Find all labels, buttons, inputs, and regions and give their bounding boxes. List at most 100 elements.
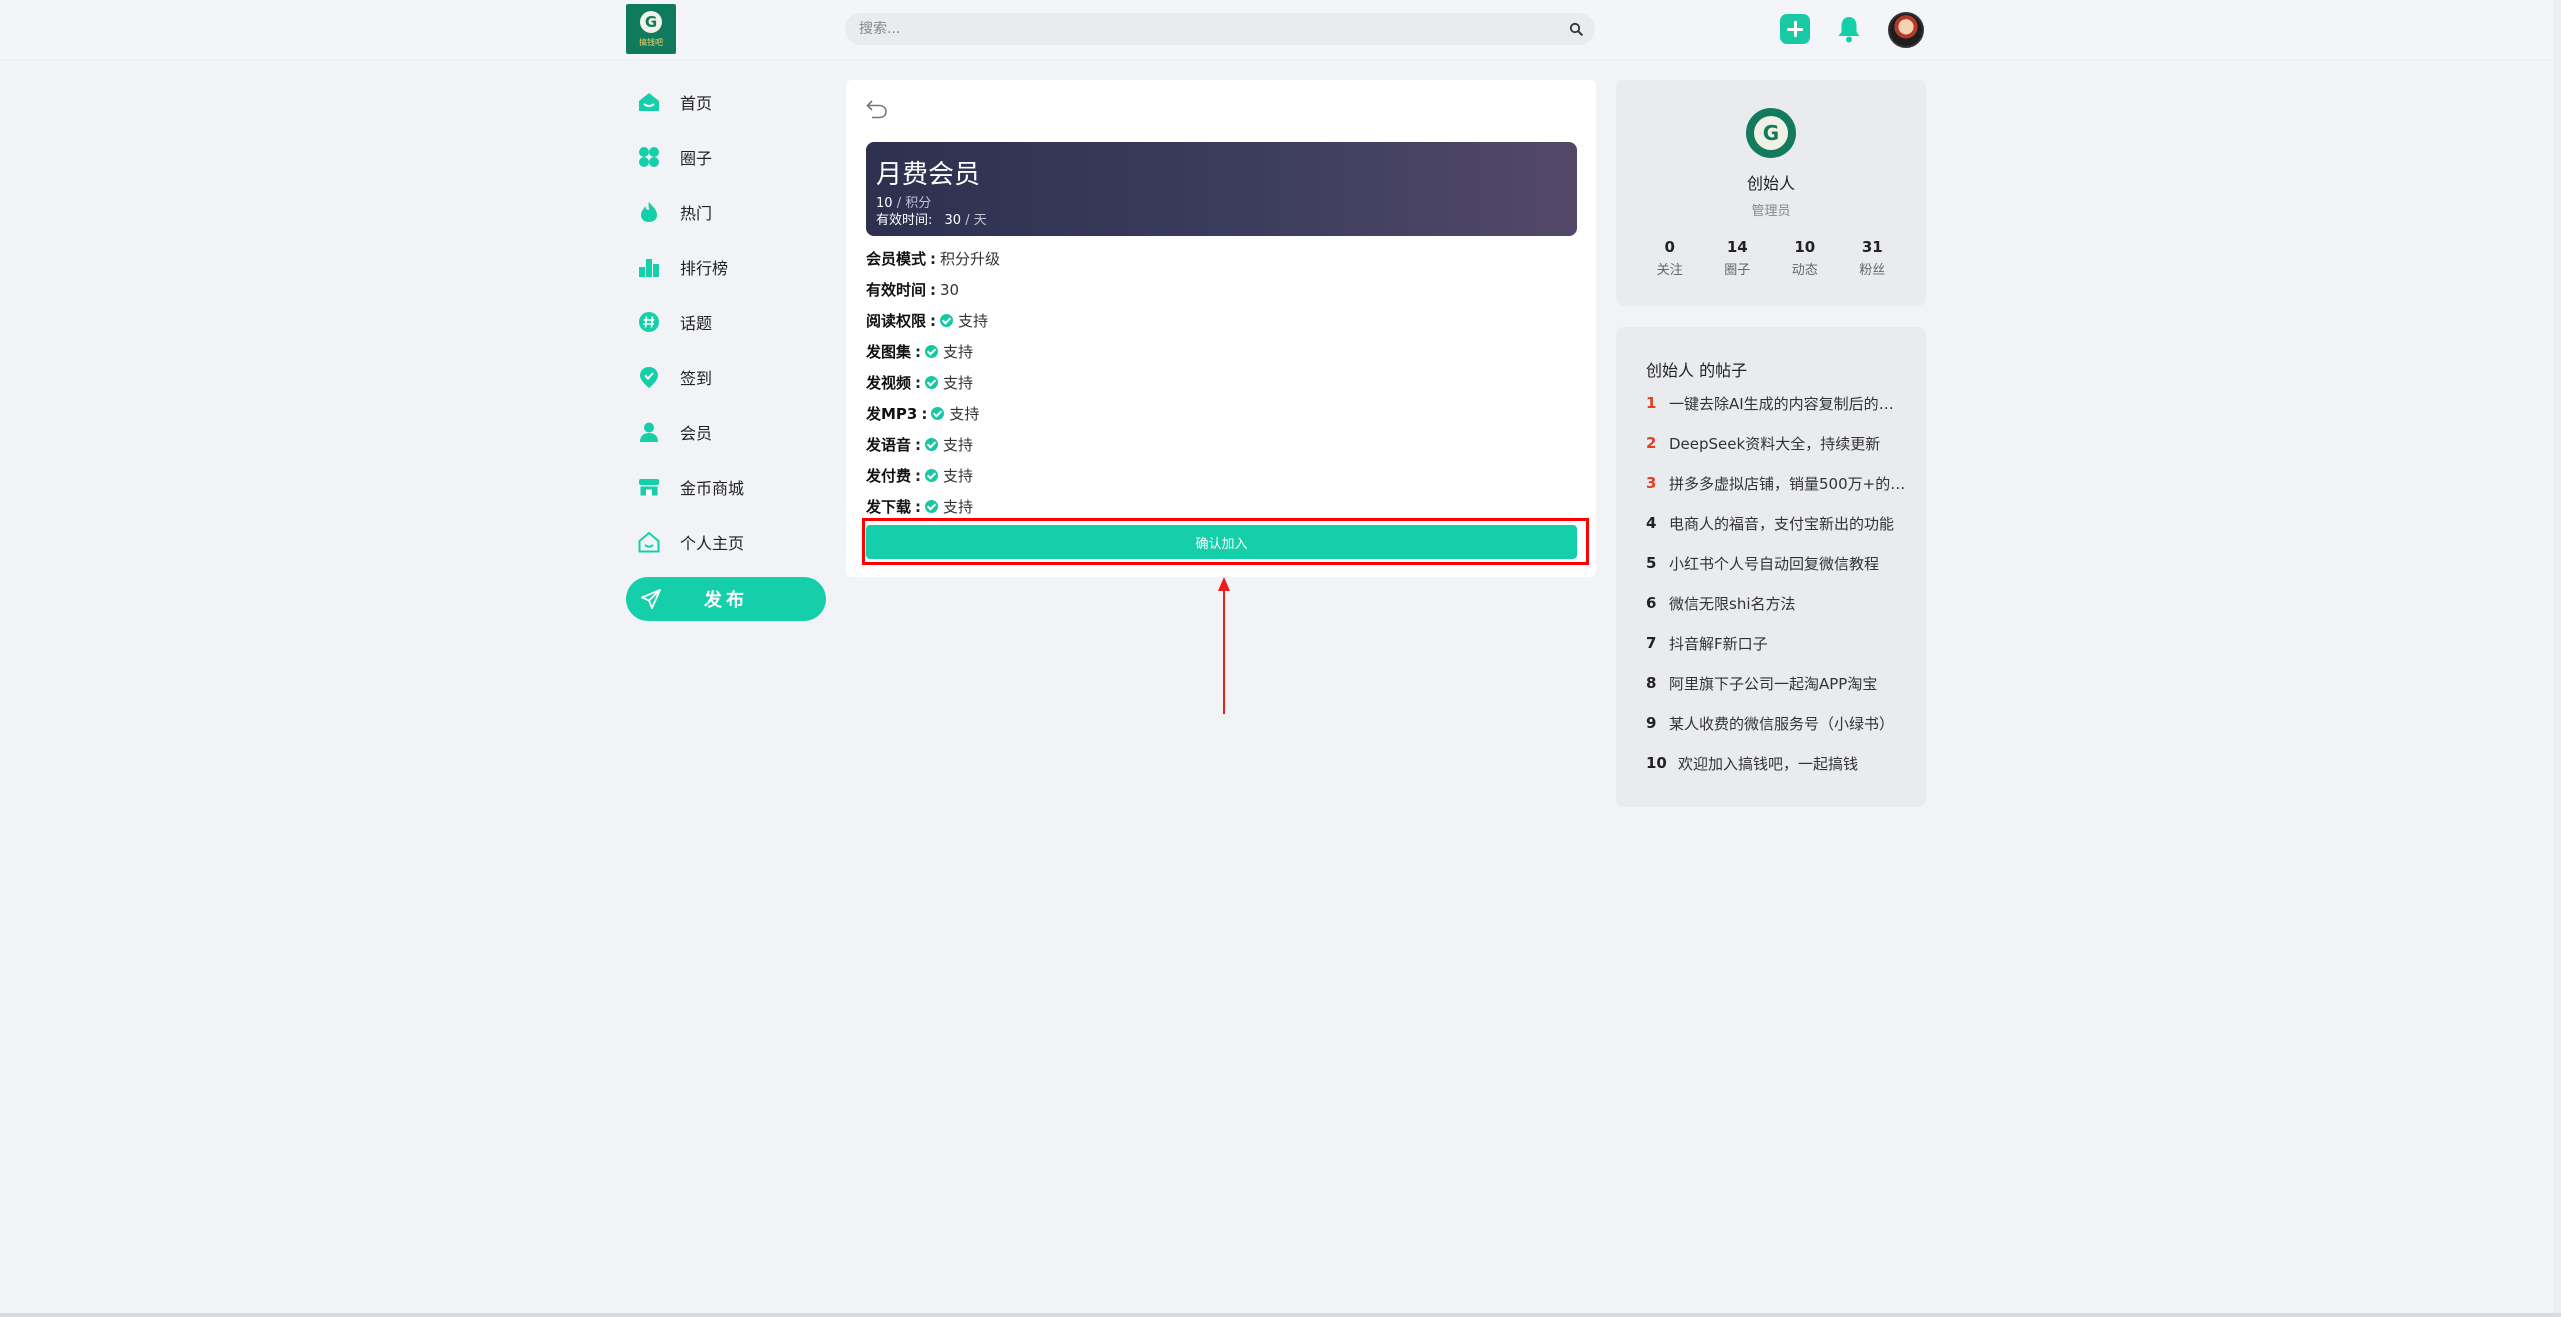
check-circle-icon [925, 376, 939, 389]
check-circle-icon [925, 500, 939, 513]
membership-spec-list: 会员模式: 积分升级 有效时间: 30 阅读权限: 支持 发图集: 支持 发视频… [866, 243, 1566, 522]
sidebar-item-label: 圈子 [680, 148, 713, 168]
topic-icon [639, 311, 659, 332]
post-rank: 3 [1646, 474, 1657, 492]
check-circle-icon [925, 438, 939, 451]
post-title[interactable]: 一键去除AI生成的内容复制后的格式 [1669, 393, 1908, 414]
spec-value: 支持 [949, 405, 980, 423]
profile-home-icon [638, 531, 660, 552]
sidebar-item-label: 签到 [680, 368, 713, 388]
post-title[interactable]: 拼多多虚拟店铺，销量500万+的项目 [1669, 473, 1908, 494]
post-title[interactable]: 微信无限shi名方法 [1669, 593, 1796, 614]
post-item[interactable]: 8 阿里旗下子公司一起淘APP淘宝 [1646, 663, 1908, 703]
search-bar [845, 13, 1595, 45]
send-icon [641, 589, 661, 609]
spec-key: 发语音 [866, 436, 912, 454]
spec-row: 有效时间: 30 [866, 280, 960, 300]
stat-followers[interactable]: 31 粉丝 [1839, 238, 1907, 278]
spec-row: 发图集: 支持 [866, 342, 974, 362]
author-avatar[interactable]: G [1746, 108, 1796, 158]
post-item[interactable]: 6 微信无限shi名方法 [1646, 583, 1908, 623]
spec-row: 会员模式: 积分升级 [866, 249, 1001, 269]
membership-validity: 有效时间: 30 / 天 [876, 209, 987, 228]
post-title[interactable]: DeepSeek资料大全，持续更新 [1669, 433, 1880, 454]
stat-value: 14 [1726, 238, 1748, 256]
sidebar-item-circles[interactable]: 圈子 [626, 129, 826, 184]
post-item[interactable]: 5 小红书个人号自动回复微信教程 [1646, 543, 1908, 583]
spec-value: 支持 [943, 343, 974, 361]
post-item[interactable]: 9 某人收费的微信服务号（小绿书） [1646, 703, 1908, 743]
site-logo[interactable]: G 搞钱吧 [626, 4, 676, 54]
stat-label: 动态 [1791, 263, 1818, 278]
post-item[interactable]: 4 电商人的福音，支付宝新出的功能 [1646, 503, 1908, 543]
sidebar-item-hot[interactable]: 热门 [626, 184, 826, 239]
post-title[interactable]: 小红书个人号自动回复微信教程 [1669, 553, 1879, 574]
search-input[interactable] [845, 13, 1535, 45]
sidebar-item-label: 首页 [680, 93, 713, 113]
membership-card: 月费会员 10 / 积分 有效时间: 30 / 天 会员模式: 积分升级 有效时… [846, 80, 1596, 577]
sidebar-item-shop[interactable]: 金币商城 [626, 459, 826, 514]
sidebar-item-label: 会员 [680, 423, 713, 443]
avatar-mark: G [1754, 116, 1788, 150]
page-scrollbar[interactable] [2553, 0, 2561, 1317]
check-circle-icon [925, 345, 939, 358]
shop-icon [639, 478, 659, 495]
stat-following[interactable]: 0 关注 [1636, 238, 1704, 278]
stat-label: 粉丝 [1859, 263, 1886, 278]
post-item[interactable]: 2 DeepSeek资料大全，持续更新 [1646, 423, 1908, 463]
spec-value: 支持 [943, 498, 974, 516]
post-item[interactable]: 1 一键去除AI生成的内容复制后的格式 [1646, 383, 1908, 423]
back-arrow-icon[interactable] [864, 96, 890, 122]
post-title[interactable]: 电商人的福音，支付宝新出的功能 [1669, 513, 1894, 534]
stat-posts[interactable]: 10 动态 [1771, 238, 1839, 278]
post-rank: 4 [1646, 514, 1657, 532]
bottom-edge [0, 1313, 2561, 1317]
notification-bell-icon[interactable] [1834, 14, 1864, 44]
stat-label: 圈子 [1724, 263, 1751, 278]
sidebar-item-topic[interactable]: 话题 [626, 294, 826, 349]
stat-circles[interactable]: 14 圈子 [1704, 238, 1772, 278]
post-item[interactable]: 3 拼多多虚拟店铺，销量500万+的项目 [1646, 463, 1908, 503]
spec-value: 支持 [943, 467, 974, 485]
post-title[interactable]: 某人收费的微信服务号（小绿书） [1669, 713, 1894, 734]
author-name[interactable]: 创始人 [1616, 170, 1926, 194]
post-title[interactable]: 欢迎加入搞钱吧，一起搞钱 [1678, 753, 1858, 774]
publish-button[interactable]: 发布 [626, 577, 826, 621]
top-header: G 搞钱吧 [0, 0, 2561, 60]
sidebar-item-label: 热门 [680, 203, 713, 223]
spec-key: 发图集 [866, 343, 912, 361]
validity-unit: / 天 [965, 213, 987, 228]
post-rank: 9 [1646, 714, 1657, 732]
membership-banner: 月费会员 10 / 积分 有效时间: 30 / 天 [866, 142, 1577, 236]
sidebar-item-ranking[interactable]: 排行榜 [626, 239, 826, 294]
post-title[interactable]: 抖音解F新口子 [1669, 633, 1768, 654]
spec-key: 发付费 [866, 467, 912, 485]
sidebar-item-label: 金币商城 [680, 478, 745, 498]
post-item[interactable]: 7 抖音解F新口子 [1646, 623, 1908, 663]
user-avatar[interactable] [1888, 12, 1924, 48]
sidebar-item-label: 个人主页 [680, 533, 745, 553]
sidebar-item-profile-home[interactable]: 个人主页 [626, 514, 826, 569]
post-title[interactable]: 阿里旗下子公司一起淘APP淘宝 [1669, 673, 1877, 694]
spec-value: 积分升级 [940, 250, 1001, 268]
ranking-icon [639, 258, 659, 277]
confirm-join-button[interactable]: 确认加入 [866, 525, 1577, 559]
post-rank: 6 [1646, 594, 1657, 612]
post-rank: 7 [1646, 634, 1657, 652]
spec-value: 支持 [943, 374, 974, 392]
post-rank: 1 [1646, 394, 1657, 412]
search-icon[interactable] [1569, 22, 1583, 36]
spec-value: 30 [940, 280, 960, 299]
spec-key: 发MP3 [866, 405, 918, 423]
post-rank: 5 [1646, 554, 1657, 572]
check-circle-icon [940, 314, 954, 327]
logo-mark: G [640, 10, 662, 33]
sidebar-item-member[interactable]: 会员 [626, 404, 826, 459]
annotation-arrow [1218, 577, 1230, 714]
spec-key: 会员模式 [866, 250, 927, 268]
sidebar-item-label: 话题 [680, 313, 713, 333]
sidebar-item-checkin[interactable]: 签到 [626, 349, 826, 404]
sidebar-item-home[interactable]: 首页 [626, 74, 826, 129]
post-item[interactable]: 10 欢迎加入搞钱吧，一起搞钱 [1646, 743, 1908, 783]
add-post-button[interactable] [1780, 14, 1810, 44]
